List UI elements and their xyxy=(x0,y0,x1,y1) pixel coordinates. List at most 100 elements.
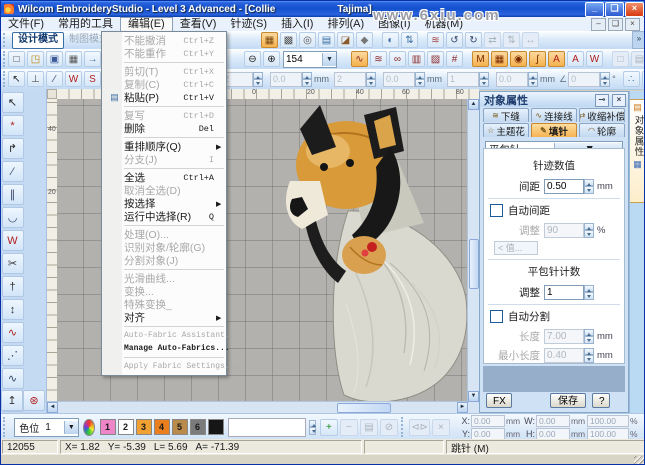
properties-tab[interactable]: ✎ 填针 xyxy=(531,123,577,137)
palette-tool-icon[interactable]: − xyxy=(340,419,358,436)
size-input[interactable] xyxy=(536,428,570,440)
color-swatch[interactable]: 7 xyxy=(208,419,224,435)
scale-input[interactable] xyxy=(587,428,629,440)
stitch-type-icon[interactable]: ∞ xyxy=(389,51,406,67)
mirror-tool-icon[interactable]: ⊲⊳ xyxy=(409,419,430,436)
stitch-type-icon[interactable]: ▥ xyxy=(408,51,425,67)
menu-bar-item[interactable]: 排列(A) xyxy=(320,17,371,31)
toolbar-icon[interactable]: ▦ xyxy=(261,32,278,48)
zoom-level-combo[interactable]: ▼ xyxy=(283,51,337,68)
toolbar-icon[interactable]: ⇄ xyxy=(484,32,501,48)
spinner-control[interactable] xyxy=(584,179,594,194)
stitch-type-icon[interactable]: # xyxy=(446,51,463,67)
color-swatch[interactable]: 3 xyxy=(136,419,152,435)
tool-icon[interactable]: ↖ xyxy=(8,71,25,87)
left-tool-button[interactable]: ↕ xyxy=(2,299,24,320)
color-swatch[interactable]: 1 xyxy=(100,419,116,435)
spacing-input[interactable] xyxy=(544,179,584,194)
edit-menu-item[interactable]: Manage Auto-Fabrics... ▶ xyxy=(102,342,226,355)
toolbar-overflow-icon[interactable]: » xyxy=(632,31,645,49)
edit-menu-item[interactable]: 不能重作 Ctrl+Y ▶ xyxy=(102,47,226,60)
parameter-input[interactable] xyxy=(383,72,415,87)
parameter-input[interactable] xyxy=(496,72,528,87)
stitch-type-icon[interactable]: ∿ xyxy=(351,51,368,67)
properties-tab[interactable]: ∿ 连接线 xyxy=(531,108,577,122)
edit-menu-item[interactable]: ▤ 粘贴(P) Ctrl+V ▶ xyxy=(102,91,226,104)
scale-input[interactable] xyxy=(587,415,629,427)
toolbar-gripper[interactable] xyxy=(401,417,406,438)
edit-menu-item[interactable]: 特殊变换_ ▶ xyxy=(102,298,226,311)
parameter-field[interactable]: mm xyxy=(382,72,442,87)
count-input[interactable] xyxy=(544,285,584,300)
left-tool-button[interactable]: ✂ xyxy=(2,253,24,274)
spinner-control[interactable] xyxy=(415,72,425,87)
edit-menu-item[interactable]: 复写 Ctrl+D ▶ xyxy=(102,109,226,122)
left-tool-button[interactable]: ∥ xyxy=(2,184,24,205)
toolbar-gripper[interactable] xyxy=(3,417,8,438)
toolbar-gripper[interactable] xyxy=(3,33,10,47)
parameter-input[interactable] xyxy=(568,72,600,87)
toolbar-icon[interactable]: ◎ xyxy=(299,32,316,48)
color-swatch[interactable]: 6 xyxy=(190,419,206,435)
spinner-control[interactable] xyxy=(366,72,376,87)
left-tool-button[interactable]: W xyxy=(2,230,24,251)
parameter-input[interactable] xyxy=(270,72,302,87)
palette-tool-icon[interactable]: + xyxy=(320,419,338,436)
toolbar-gripper[interactable] xyxy=(3,71,5,87)
edit-menu-item[interactable]: 分割对象(J) ▶ xyxy=(102,254,226,267)
length-input[interactable] xyxy=(544,329,584,344)
edit-menu-item[interactable]: 对齐 ▶ xyxy=(102,311,226,324)
stitch-type-icon[interactable]: A xyxy=(548,51,565,67)
save-button[interactable]: 保存 xyxy=(550,393,586,408)
panel-close-icon[interactable]: × xyxy=(612,94,626,107)
parameter-field[interactable]: mm xyxy=(269,72,329,87)
stitch-type-icon[interactable]: ≋ xyxy=(370,51,387,67)
left-tool-button[interactable]: ∕ xyxy=(2,161,24,182)
zoom-in-icon[interactable]: ⊕ xyxy=(263,51,280,67)
edit-menu-item[interactable]: 剪切(T) Ctrl+X ▶ xyxy=(102,65,226,78)
toolbar-icon[interactable]: ▤ xyxy=(318,32,335,48)
spinner-control[interactable] xyxy=(253,72,263,87)
chevron-down-icon[interactable]: ▼ xyxy=(64,421,78,434)
left-tool-button[interactable]: ◡ xyxy=(2,207,24,228)
doc-restore-button[interactable]: ❑ xyxy=(608,18,623,31)
node-icon[interactable]: ∴ xyxy=(623,71,640,87)
scroll-left-icon[interactable]: ◄ xyxy=(47,402,58,413)
stitch-type-icon[interactable]: ▤ xyxy=(631,51,645,67)
menu-bar-item[interactable]: 文件(F) xyxy=(1,17,51,31)
stitch-type-icon[interactable]: ▦ xyxy=(491,51,508,67)
close-button[interactable]: × xyxy=(625,2,644,17)
edit-menu-item[interactable]: 取消全选(D) ▶ xyxy=(102,184,226,197)
left-tool-button[interactable]: ⋰ xyxy=(2,345,24,366)
file-toolbar-icon[interactable]: ◳ xyxy=(27,51,44,67)
adjust-input[interactable] xyxy=(544,223,584,238)
maximize-button[interactable]: ❑ xyxy=(605,2,624,17)
left-tool-button[interactable]: ↖ xyxy=(2,92,24,113)
size-input[interactable] xyxy=(536,415,570,427)
color-swatch[interactable]: 4 xyxy=(154,419,170,435)
zoom-out-icon[interactable]: ⊖ xyxy=(244,51,261,67)
horizontal-scroll-thumb[interactable] xyxy=(337,403,391,413)
object-properties-dock-tab[interactable]: ▤ 对象属性 ▦ xyxy=(630,99,645,203)
scroll-right-icon[interactable]: ► xyxy=(457,402,468,413)
menu-bar-item[interactable]: 常用的工具 xyxy=(51,17,120,31)
doc-close-button[interactable]: × xyxy=(625,18,640,31)
position-input[interactable] xyxy=(471,415,505,427)
vertical-scrollbar[interactable]: ▲ ▼ xyxy=(467,99,479,402)
stitch-type-icon[interactable]: W xyxy=(586,51,603,67)
edit-menu-item[interactable]: Apply Fabric Settings... ▶ xyxy=(102,360,226,373)
values-button[interactable]: < 值... xyxy=(494,241,538,255)
toolbar-icon[interactable]: ↔ xyxy=(522,32,539,48)
fx-button[interactable]: FX xyxy=(486,393,512,408)
help-button[interactable]: ? xyxy=(592,393,610,408)
left-tool-button[interactable]: ↱ xyxy=(2,138,24,159)
stitch-type-icon[interactable]: ◉ xyxy=(510,51,527,67)
parameter-field[interactable] xyxy=(333,72,378,87)
tool-icon[interactable]: ⊥ xyxy=(27,71,44,87)
spinner-control[interactable] xyxy=(584,329,594,344)
edit-menu-item[interactable]: 复制(C) Ctrl+C ▶ xyxy=(102,78,226,91)
tool-icon[interactable]: ∕ xyxy=(46,71,63,87)
parameter-field[interactable]: mm xyxy=(495,72,555,87)
parameter-field[interactable] xyxy=(446,72,491,87)
edit-menu-item[interactable]: 重排顺序(Q) ▶ xyxy=(102,140,226,153)
